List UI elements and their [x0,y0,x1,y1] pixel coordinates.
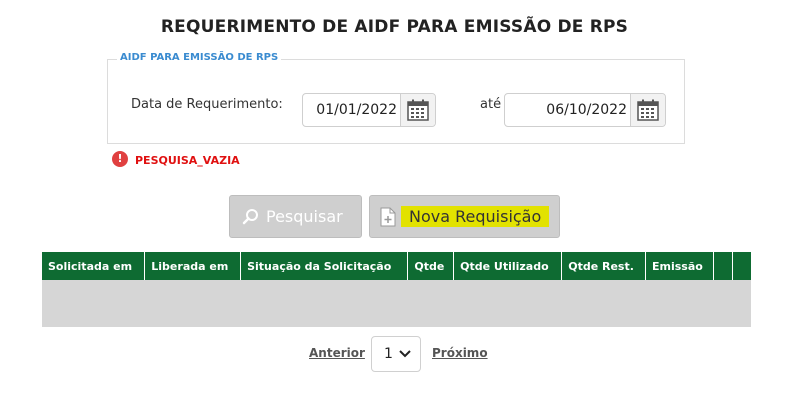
column-header[interactable]: Solicitada em [42,252,146,280]
until-label: até [480,97,502,112]
table-empty-row [42,280,751,327]
error-message: ! PESQUISA_VAZIA [112,150,240,167]
column-header [713,252,733,280]
page-select-value: 1 [384,346,393,362]
next-page-link[interactable]: Próximo [432,346,488,360]
new-request-button[interactable]: Nova Requisição [369,195,560,238]
date-from-value: 01/01/2022 [316,102,397,118]
filter-legend: AIDF PARA EMISSÃO DE RPS [117,52,282,63]
date-to-field[interactable]: 06/10/2022 [504,93,666,127]
search-button[interactable]: Pesquisar [229,195,362,238]
page-select[interactable]: 1 [371,336,421,372]
column-header[interactable]: Qtde [407,252,455,280]
new-request-button-label: Nova Requisição [401,206,550,227]
search-button-label: Pesquisar [266,207,343,226]
prev-page-link[interactable]: Anterior [309,346,365,360]
column-header[interactable]: Qtde Utilizado [453,252,563,280]
date-from-field[interactable]: 01/01/2022 [302,93,436,127]
new-document-icon [380,207,396,226]
page-title: REQUERIMENTO DE AIDF PARA EMISSÃO DE RPS [160,17,629,37]
date-to-value: 06/10/2022 [546,102,627,118]
error-text: PESQUISA_VAZIA [135,154,240,167]
calendar-icon[interactable] [630,94,665,126]
column-header[interactable]: Liberada em [144,252,242,280]
requests-table: Solicitada em Liberada em Situação da So… [42,252,751,327]
calendar-icon[interactable] [400,94,435,126]
column-header[interactable]: Emissão [645,252,714,280]
column-header[interactable]: Qtde Rest. [561,252,646,280]
search-icon [242,208,258,224]
date-label: Data de Requerimento: [131,97,283,112]
column-header [732,252,751,280]
error-icon: ! [112,150,128,167]
chevron-down-icon [399,350,411,358]
table-header-row: Solicitada em Liberada em Situação da So… [42,252,751,280]
column-header[interactable]: Situação da Solicitação [240,252,409,280]
